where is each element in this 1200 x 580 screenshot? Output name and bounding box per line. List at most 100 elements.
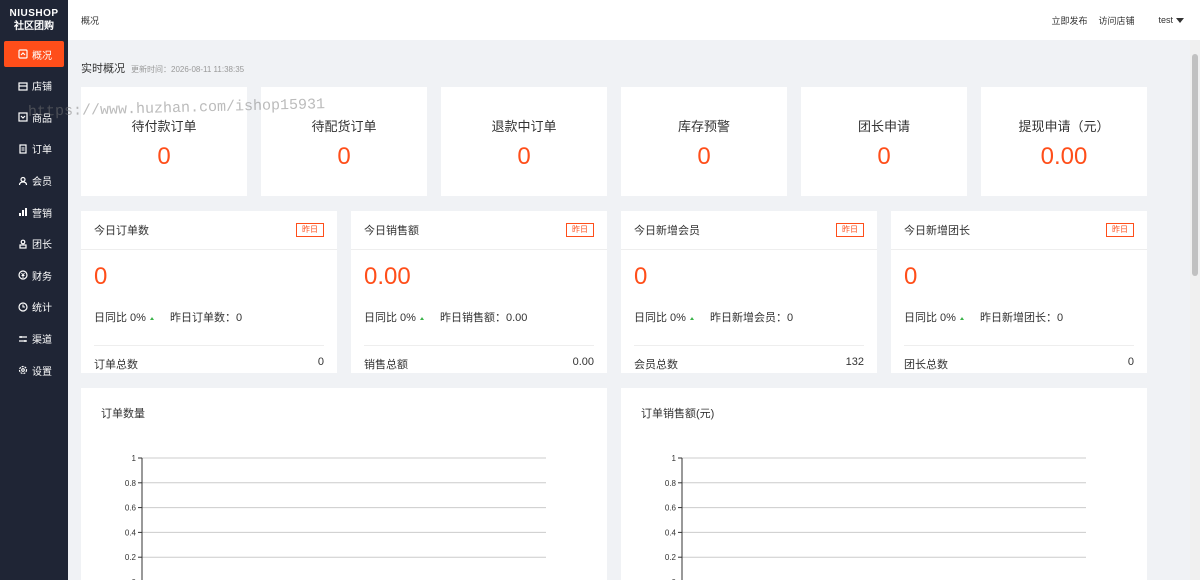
- total-label: 会员总数: [634, 359, 678, 371]
- settings-icon: [18, 365, 28, 375]
- today-card: 今日新增会员 昨日 0 日同比 0% 昨日新增会员：0 会员总数 132: [621, 211, 877, 373]
- sidebar-item-label: 财务: [32, 271, 52, 283]
- sidebar: NIUSHOP 社区团购 概况店铺商品订单会员营销团长财务统计渠道设置: [0, 0, 68, 580]
- total-row: 订单总数 0: [81, 346, 337, 372]
- y-tick-label: 0.2: [665, 553, 677, 562]
- publish-link[interactable]: 立即发布: [1051, 14, 1087, 27]
- yesterday-button[interactable]: 昨日: [566, 223, 594, 237]
- statistics-icon: [18, 302, 28, 312]
- stat-label: 待配货订单: [311, 119, 377, 134]
- today-card: 今日订单数 昨日 0 日同比 0% 昨日订单数：0 订单总数 0: [81, 211, 337, 373]
- brand-name: NIUSHOP: [9, 8, 59, 19]
- stat-value: 0: [877, 143, 891, 170]
- stat-card[interactable]: 团长申请 0: [801, 87, 967, 196]
- trend-up-icon: [149, 316, 154, 320]
- today-card-header: 今日销售额 昨日: [351, 211, 607, 250]
- today-compare: 日同比 0% 昨日新增团长：0: [891, 309, 1147, 325]
- today-card: 今日新增团长 昨日 0 日同比 0% 昨日新增团长：0 团长总数 0: [891, 211, 1147, 373]
- yesterday-button[interactable]: 昨日: [836, 223, 864, 237]
- stat-card[interactable]: 待配货订单 0: [261, 87, 427, 196]
- today-compare: 日同比 0% 昨日新增会员：0: [621, 309, 877, 325]
- order-sales-chart: 订单销售额(元) 10.80.60.40.20: [621, 388, 1147, 580]
- sidebar-item-label: 设置: [32, 366, 52, 378]
- today-compare: 日同比 0% 昨日销售额：0.00: [351, 309, 607, 325]
- stat-label: 退款中订单: [491, 119, 557, 134]
- order-sales-chart-svg: 10.80.60.40.20: [665, 454, 1086, 580]
- today-card-header: 今日新增团长 昨日: [891, 211, 1147, 250]
- y-tick-label: 0.6: [125, 504, 137, 513]
- trend-up-icon: [689, 316, 694, 320]
- sidebar-item-settings[interactable]: 设置: [0, 354, 68, 386]
- sidebar-item-member[interactable]: 会员: [0, 165, 68, 197]
- yesterday-value: 昨日订单数：0: [169, 312, 243, 324]
- sidebar-item-dashboard[interactable]: 概况: [4, 41, 64, 67]
- sidebar-item-finance[interactable]: 财务: [0, 260, 68, 292]
- stat-card[interactable]: 退款中订单 0: [441, 87, 607, 196]
- channel-icon: [18, 334, 28, 344]
- sidebar-item-label: 商品: [32, 113, 52, 125]
- sidebar-item-label: 统计: [32, 303, 52, 315]
- total-row: 团长总数 0: [891, 346, 1147, 372]
- trend-up-icon: [959, 316, 964, 320]
- sidebar-item-leader[interactable]: 团长: [0, 228, 68, 260]
- sidebar-item-goods[interactable]: 商品: [0, 102, 68, 134]
- stat-card[interactable]: 提现申请（元） 0.00: [981, 87, 1147, 196]
- sidebar-item-statistics[interactable]: 统计: [0, 291, 68, 323]
- sidebar-item-label: 营销: [32, 208, 52, 220]
- y-tick-label: 0.8: [125, 479, 137, 488]
- y-tick-label: 0.4: [125, 528, 137, 537]
- y-tick-label: 0.2: [125, 553, 137, 562]
- stat-value: 0: [517, 143, 531, 170]
- order-count-chart: 订单数量 10.80.60.40.20: [81, 388, 607, 580]
- today-card-header: 今日新增会员 昨日: [621, 211, 877, 250]
- today-compare: 日同比 0% 昨日订单数：0: [81, 309, 337, 325]
- stat-value: 0: [697, 143, 711, 170]
- stat-card[interactable]: 库存预警 0: [621, 87, 787, 196]
- stat-card[interactable]: 待付款订单 0: [81, 87, 247, 196]
- update-time: 更新时间：2026-08-11 11:38:35: [131, 65, 245, 74]
- goods-icon: [18, 112, 28, 122]
- vertical-scrollbar[interactable]: [1190, 40, 1200, 580]
- stat-label: 团长申请: [857, 119, 910, 134]
- today-card: 今日销售额 昨日 0.00 日同比 0% 昨日销售额：0.00 销售总额 0.00: [351, 211, 607, 373]
- yesterday-value: 昨日新增会员：0: [709, 312, 794, 324]
- visit-store-link[interactable]: 访问店铺: [1098, 14, 1134, 27]
- sidebar-item-order[interactable]: 订单: [0, 133, 68, 165]
- sidebar-item-label: 团长: [32, 240, 52, 252]
- trend-up-icon: [419, 316, 424, 320]
- sidebar-item-label: 概况: [32, 50, 52, 62]
- total-value: 132: [845, 356, 864, 368]
- realtime-title: 实时概况 更新时间：2026-08-11 11:38:35: [81, 60, 244, 76]
- sidebar-item-channel[interactable]: 渠道: [0, 323, 68, 355]
- sidebar-item-shop[interactable]: 店铺: [0, 70, 68, 102]
- sidebar-item-label: 会员: [32, 177, 52, 189]
- y-tick-label: 1: [132, 454, 137, 463]
- user-name: test: [1158, 15, 1173, 25]
- scrollbar-thumb[interactable]: [1192, 54, 1198, 276]
- sidebar-item-label: 订单: [32, 145, 52, 157]
- yesterday-button[interactable]: 昨日: [1106, 223, 1134, 237]
- today-card-title: 今日新增会员: [634, 225, 700, 237]
- total-row: 销售总额 0.00: [351, 346, 607, 372]
- brand-subtitle: 社区团购: [14, 21, 54, 32]
- today-value: 0: [634, 263, 648, 290]
- member-icon: [18, 176, 28, 186]
- breadcrumb: 概况: [81, 15, 100, 26]
- y-tick-label: 0.8: [665, 479, 677, 488]
- today-card-header: 今日订单数 昨日: [81, 211, 337, 250]
- yesterday-button[interactable]: 昨日: [296, 223, 324, 237]
- total-label: 销售总额: [364, 359, 408, 371]
- stat-value: 0: [337, 143, 351, 170]
- day-ratio: 日同比 0%: [904, 312, 956, 324]
- user-menu[interactable]: test: [1158, 15, 1184, 25]
- stat-label: 库存预警: [677, 119, 730, 134]
- sidebar-item-marketing[interactable]: 营销: [0, 196, 68, 228]
- stat-value: 0.00: [1040, 143, 1088, 170]
- total-value: 0.00: [572, 356, 594, 368]
- stat-label: 提现申请（元）: [1018, 119, 1110, 134]
- top-header: 概况 立即发布 访问店铺 test: [68, 0, 1200, 40]
- dashboard-icon: [18, 49, 28, 59]
- total-value: 0: [1127, 356, 1134, 368]
- y-tick-label: 0.6: [665, 504, 677, 513]
- realtime-heading: 实时概况: [81, 63, 125, 75]
